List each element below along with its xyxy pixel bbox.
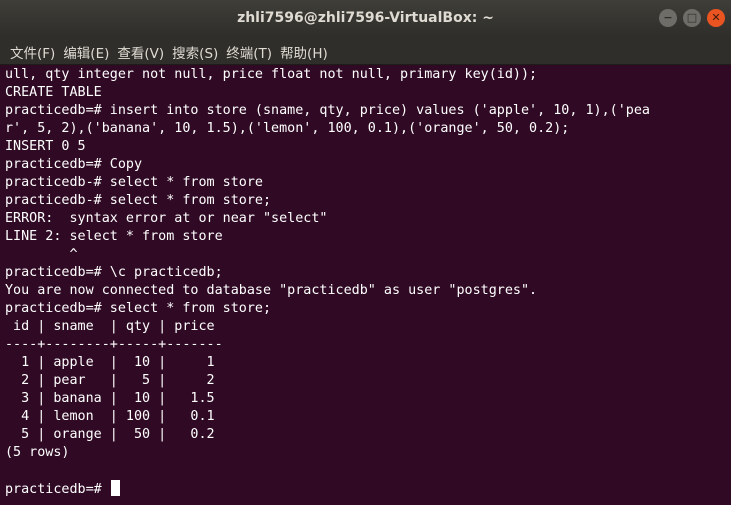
terminal-line: practicedb=# select * from store; <box>5 301 272 316</box>
close-button[interactable]: ✕ <box>707 9 725 27</box>
menu-file[interactable]: 文件(F) <box>10 42 55 62</box>
window-title: zhli7596@zhli7596-VirtualBox: ~ <box>237 10 494 26</box>
terminal-line: practicedb=# insert into store (sname, q… <box>5 103 650 118</box>
terminal-window: zhli7596@zhli7596-VirtualBox: ~ − □ ✕ 文件… <box>0 0 731 505</box>
minimize-button[interactable]: − <box>659 9 677 27</box>
maximize-button[interactable]: □ <box>683 9 701 27</box>
terminal-line: ERROR: syntax error at or near "select" <box>5 211 328 226</box>
terminal-line: 1 | apple | 10 | 1 <box>5 355 215 370</box>
menu-edit[interactable]: 编辑(E) <box>63 42 109 62</box>
text-cursor <box>110 480 120 496</box>
terminal-line: (5 rows) <box>5 445 70 460</box>
terminal-line: r', 5, 2),('banana', 10, 1.5),('lemon', … <box>5 121 570 136</box>
terminal-line: ull, qty integer not null, price float n… <box>5 67 538 82</box>
terminal-line: INSERT 0 5 <box>5 139 86 154</box>
terminal-line: id | sname | qty | price <box>5 319 215 334</box>
terminal-line: practicedb=# Copy <box>5 157 143 172</box>
title-bar[interactable]: zhli7596@zhli7596-VirtualBox: ~ − □ ✕ <box>0 0 731 36</box>
menu-terminal[interactable]: 终端(T) <box>226 42 272 62</box>
prompt-text: practicedb=# <box>5 482 110 497</box>
terminal-line: practicedb-# select * from store; <box>5 193 272 208</box>
terminal-line: CREATE TABLE <box>5 85 102 100</box>
terminal-line: 4 | lemon | 100 | 0.1 <box>5 409 215 424</box>
terminal-line: 3 | banana | 10 | 1.5 <box>5 391 215 406</box>
terminal-line: practicedb-# select * from store <box>5 175 263 190</box>
terminal-output[interactable]: ull, qty integer not null, price float n… <box>5 66 727 498</box>
terminal-line: 2 | pear | 5 | 2 <box>5 373 215 388</box>
terminal-line: LINE 2: select * from store <box>5 229 223 244</box>
menu-search[interactable]: 搜索(S) <box>172 42 218 62</box>
window-controls: − □ ✕ <box>659 9 725 27</box>
terminal-line: practicedb=# \c practicedb; <box>5 265 223 280</box>
terminal-line: 5 | orange | 50 | 0.2 <box>5 427 215 442</box>
menu-bar: 文件(F) 编辑(E) 查看(V) 搜索(S) 终端(T) 帮助(H) <box>0 36 731 65</box>
terminal-line: ----+--------+-----+------- <box>5 337 223 352</box>
terminal-line: You are now connected to database "pract… <box>5 283 538 298</box>
prompt-line[interactable]: practicedb=# <box>5 480 727 498</box>
menu-view[interactable]: 查看(V) <box>117 42 164 62</box>
terminal-line: ^ <box>5 247 78 262</box>
menu-help[interactable]: 帮助(H) <box>280 42 328 62</box>
